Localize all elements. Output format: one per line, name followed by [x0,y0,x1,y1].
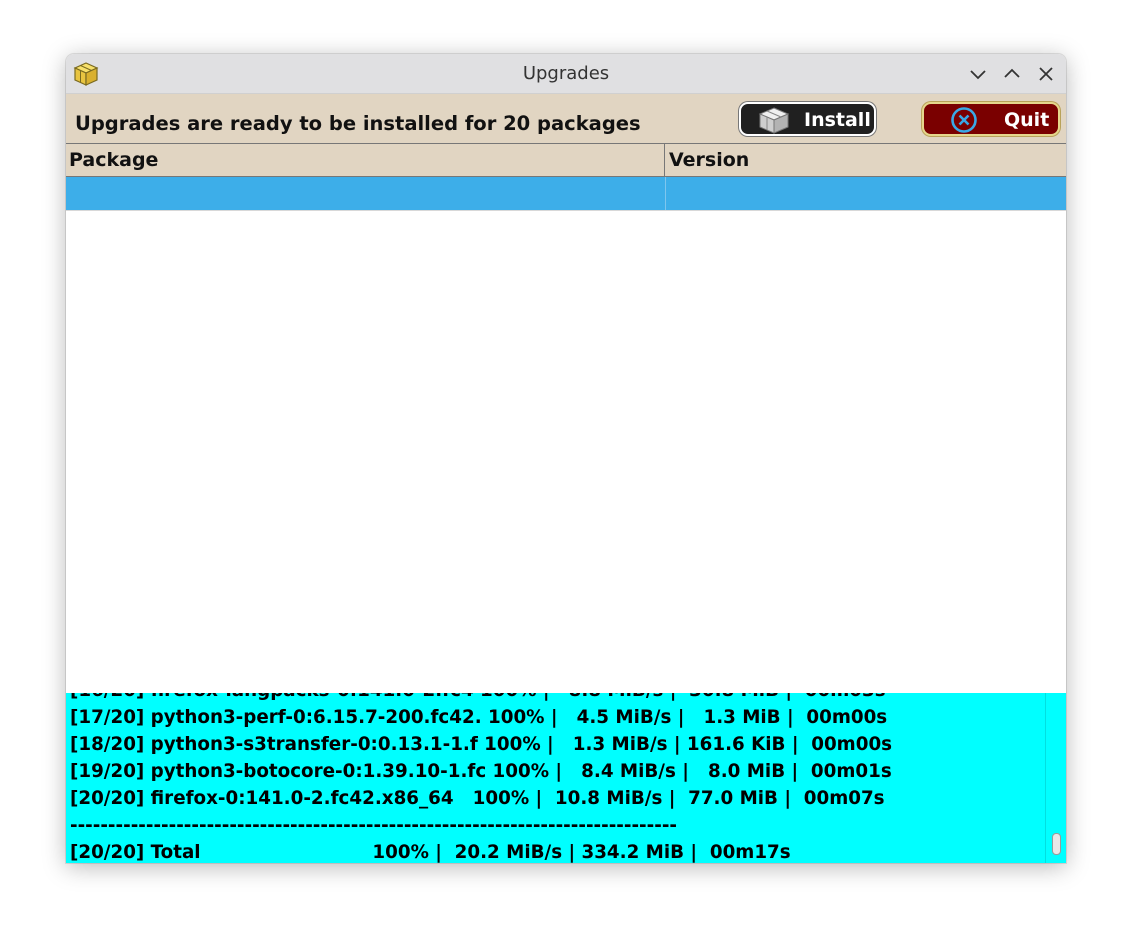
package-table[interactable] [66,177,1066,693]
column-header-version[interactable]: Version [666,144,1066,176]
log-line: [17/20] python3-perf-0:6.15.7-200.fc42. … [70,707,888,728]
log-separator: ----------------------------------------… [70,815,677,836]
minimize-chevron-icon[interactable] [969,65,987,83]
table-row[interactable] [66,177,1066,211]
scrollbar-thumb[interactable] [1052,833,1061,855]
log-line: [19/20] python3-botocore-0:1.39.10-1.fc … [70,761,892,782]
quit-button[interactable]: Quit [922,102,1060,136]
column-divider [665,177,666,210]
log-lines: [16/20] firefox-langpacks-0:141.0-2.fc4 … [70,693,1040,863]
log-total-line: [20/20] Total 100% | 20.2 MiB/s | 334.2 … [70,842,791,863]
upgrades-window: Upgrades Upgrades are ready to be instal… [66,54,1066,863]
status-message: Upgrades are ready to be installed for 2… [75,112,641,135]
maximize-chevron-icon[interactable] [1003,65,1021,83]
log-line: [20/20] firefox-0:141.0-2.fc42.x86_64 10… [70,788,885,809]
column-header-package[interactable]: Package [66,144,665,176]
install-label: Install [804,109,871,131]
circle-x-icon [950,106,978,138]
log-line: [18/20] python3-s3transfer-0:0.13.1-1.f … [70,734,893,755]
quit-label: Quit [1004,109,1050,131]
log-scrollbar[interactable] [1045,693,1066,863]
package-cube-icon [757,106,791,138]
toolbar: Upgrades are ready to be installed for 2… [66,94,1066,143]
table-header: Package Version [66,143,1066,177]
log-line: [16/20] firefox-langpacks-0:141.0-2.fc4 … [70,693,1040,704]
title-bar[interactable]: Upgrades [66,54,1066,94]
upgrade-log[interactable]: [16/20] firefox-langpacks-0:141.0-2.fc4 … [66,693,1066,863]
close-x-icon[interactable] [1037,65,1055,83]
install-button[interactable]: Install [739,102,876,136]
window-title: Upgrades [522,63,610,84]
